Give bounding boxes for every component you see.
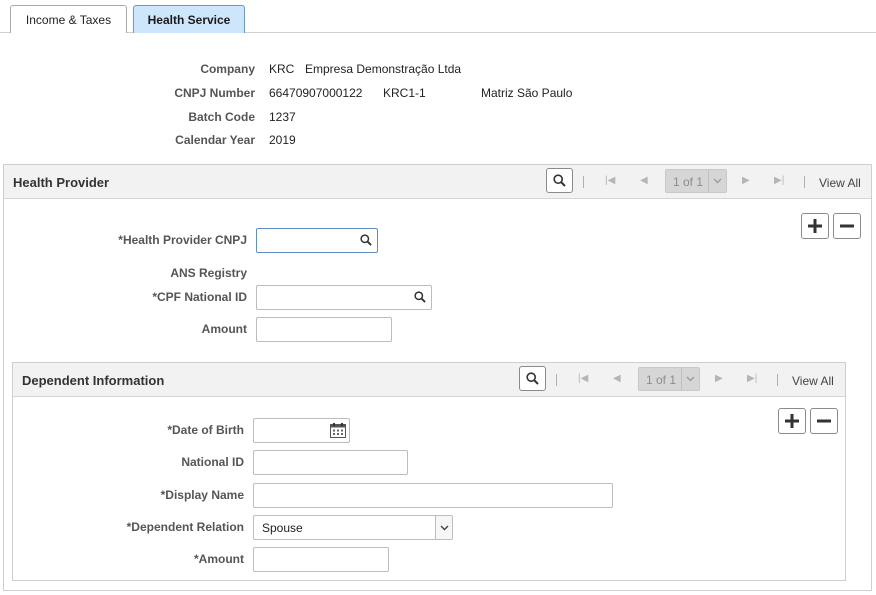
- date-of-birth-label: *Date of Birth: [167, 423, 244, 437]
- amount-label: Amount: [201, 322, 247, 336]
- plus-icon: [785, 414, 799, 428]
- calendar-icon[interactable]: [330, 423, 346, 441]
- last-page-icon[interactable]: ▶|: [774, 175, 784, 186]
- health-provider-header: Health Provider |◀ ◀ 1 of 1 ▶ ▶| View Al…: [4, 165, 871, 199]
- separator: [556, 374, 557, 386]
- chevron-down-icon: [708, 170, 726, 192]
- dependent-relation-label: *Dependent Relation: [126, 520, 244, 534]
- add-dependent-button[interactable]: [778, 408, 806, 434]
- cnpj-code: KRC1-1: [383, 86, 426, 100]
- separator: [583, 176, 584, 188]
- minus-icon: [840, 224, 854, 228]
- display-name-field[interactable]: [253, 483, 613, 508]
- health-provider-title: Health Provider: [13, 175, 110, 190]
- dependent-information-title: Dependent Information: [22, 373, 165, 388]
- add-row-button[interactable]: [801, 213, 829, 239]
- previous-page-icon[interactable]: ◀: [640, 175, 648, 186]
- provider-cnpj-label: *Health Provider CNPJ: [118, 233, 247, 247]
- search-icon: [553, 174, 566, 187]
- dependent-search-button[interactable]: [519, 366, 546, 391]
- first-page-icon[interactable]: |◀: [578, 373, 588, 384]
- tab-income-taxes[interactable]: Income & Taxes: [10, 5, 127, 33]
- dependent-pager-text: 1 of 1: [646, 373, 677, 387]
- dependent-relation-value: Spouse: [262, 521, 303, 535]
- dependent-relation-select[interactable]: Spouse: [253, 515, 453, 540]
- cpf-national-id-label: *CPF National ID: [152, 290, 247, 304]
- chevron-down-icon: [435, 516, 452, 539]
- batch-code-label: Batch Code: [188, 110, 255, 124]
- dependent-information-section: Dependent Information |◀ ◀ 1 of 1 ▶ ▶| V…: [12, 362, 846, 581]
- date-of-birth-field[interactable]: [253, 418, 350, 443]
- display-name-label: *Display Name: [160, 488, 244, 502]
- previous-page-icon[interactable]: ◀: [613, 373, 621, 384]
- dependent-amount-field[interactable]: [253, 547, 389, 572]
- cnpj-location: Matriz São Paulo: [481, 86, 573, 100]
- cnpj-label: CNPJ Number: [174, 86, 255, 100]
- separator: [777, 374, 778, 386]
- provider-view-all-link[interactable]: View All: [819, 176, 861, 190]
- separator: [804, 176, 805, 188]
- delete-dependent-button[interactable]: [810, 408, 838, 434]
- plus-icon: [808, 219, 822, 233]
- delete-row-button[interactable]: [833, 213, 861, 239]
- company-label: Company: [200, 62, 255, 76]
- tab-bar: Income & Taxes Health Service: [0, 0, 876, 33]
- chevron-down-icon: [681, 368, 699, 390]
- national-id-label: National ID: [181, 455, 244, 469]
- cnpj-value: 66470907000122: [269, 86, 363, 100]
- next-page-icon[interactable]: ▶: [715, 373, 723, 384]
- dependent-view-all-link[interactable]: View All: [792, 374, 834, 388]
- company-name: Empresa Demonstração Ltda: [305, 62, 462, 76]
- provider-search-button[interactable]: [546, 168, 573, 193]
- calendar-year-value: 2019: [269, 133, 296, 147]
- search-icon[interactable]: [360, 234, 372, 249]
- provider-pager[interactable]: 1 of 1: [665, 169, 727, 193]
- national-id-field[interactable]: [253, 450, 408, 475]
- health-provider-section: Health Provider |◀ ◀ 1 of 1 ▶ ▶| View Al…: [3, 164, 872, 591]
- provider-pager-text: 1 of 1: [673, 175, 704, 189]
- company-code: KRC: [269, 62, 295, 76]
- ans-registry-label: ANS Registry: [170, 266, 247, 280]
- cpf-national-id-field[interactable]: [256, 285, 432, 310]
- dependent-information-header: Dependent Information |◀ ◀ 1 of 1 ▶ ▶| V…: [13, 363, 845, 397]
- dependent-pager[interactable]: 1 of 1: [638, 367, 700, 391]
- search-icon: [526, 372, 539, 385]
- first-page-icon[interactable]: |◀: [605, 175, 615, 186]
- search-icon[interactable]: [414, 291, 426, 306]
- dependent-amount-label: *Amount: [194, 552, 244, 566]
- calendar-year-label: Calendar Year: [175, 133, 255, 147]
- next-page-icon[interactable]: ▶: [742, 175, 750, 186]
- minus-icon: [817, 419, 831, 423]
- tab-health-service[interactable]: Health Service: [133, 5, 245, 33]
- batch-code-value: 1237: [269, 110, 296, 124]
- last-page-icon[interactable]: ▶|: [747, 373, 757, 384]
- provider-cnpj-field[interactable]: [256, 228, 378, 253]
- amount-field[interactable]: [256, 317, 392, 342]
